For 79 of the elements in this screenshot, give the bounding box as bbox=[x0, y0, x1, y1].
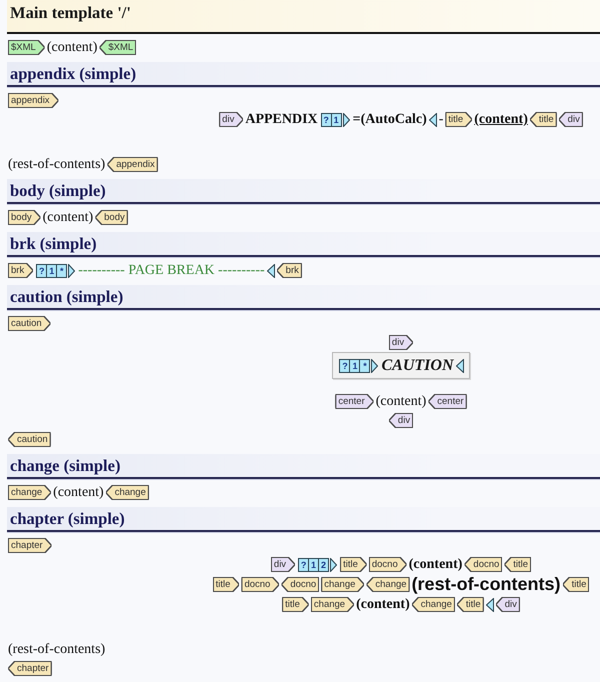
template-heading: appendix (simple) bbox=[7, 62, 600, 87]
end-tag[interactable]: center bbox=[429, 395, 466, 408]
content-text: (rest-of-contents) bbox=[8, 641, 106, 658]
triangle-left-icon bbox=[486, 598, 494, 612]
triangle-left-icon bbox=[266, 264, 275, 278]
bold-text: (content) bbox=[408, 556, 462, 573]
number-cell: * bbox=[359, 358, 370, 372]
start-tag[interactable]: change bbox=[322, 578, 364, 591]
content-text: - bbox=[438, 111, 444, 128]
start-tag[interactable]: chapter bbox=[9, 539, 51, 552]
number-cell: ? bbox=[298, 558, 310, 572]
start-tag[interactable]: change bbox=[312, 598, 354, 611]
triangle-left-icon bbox=[456, 358, 464, 372]
end-tag[interactable]: brk bbox=[278, 264, 301, 277]
bold-text: (content) bbox=[356, 596, 410, 613]
content-text: (rest-of-contents) bbox=[8, 156, 106, 173]
number-cell: 2 bbox=[318, 558, 330, 572]
number-cell: ? bbox=[320, 112, 332, 126]
end-tag[interactable]: div bbox=[496, 598, 519, 611]
triangle-right-icon bbox=[68, 264, 76, 278]
start-tag[interactable]: title bbox=[214, 578, 238, 591]
page-break-text: ---------- PAGE BREAK ---------- bbox=[78, 262, 265, 279]
caution-text: CAUTION bbox=[381, 356, 454, 375]
number-cell: ? bbox=[339, 358, 350, 372]
end-tag[interactable]: change bbox=[367, 578, 409, 591]
end-tag[interactable]: title bbox=[530, 113, 556, 126]
start-tag[interactable]: body bbox=[9, 211, 40, 224]
start-tag[interactable]: div bbox=[272, 558, 294, 571]
end-tag[interactable]: chapter bbox=[9, 662, 51, 675]
template-heading: Main template '/' bbox=[7, 0, 600, 34]
template-heading: change (simple) bbox=[7, 454, 600, 479]
triangle-right-icon bbox=[342, 112, 350, 126]
end-tag[interactable]: body bbox=[96, 211, 127, 224]
start-tag[interactable]: title bbox=[341, 558, 366, 571]
end-tag[interactable]: div bbox=[560, 113, 582, 126]
start-tag[interactable]: brk bbox=[9, 264, 32, 277]
content-text: (content) bbox=[53, 484, 104, 501]
content-text: (content) bbox=[46, 39, 98, 56]
number-cell: 1 bbox=[308, 558, 320, 572]
end-tag[interactable]: docno bbox=[282, 578, 318, 591]
number-cell: 1 bbox=[330, 112, 342, 126]
template-heading: chapter (simple) bbox=[7, 507, 600, 532]
content-text: (content) bbox=[376, 393, 426, 410]
start-tag[interactable]: $XML bbox=[9, 41, 44, 54]
end-tag[interactable]: change bbox=[412, 598, 454, 611]
triangle-right-icon bbox=[371, 358, 378, 372]
start-tag[interactable]: div bbox=[220, 113, 242, 126]
end-tag[interactable]: $XML bbox=[100, 41, 136, 54]
start-tag[interactable]: title bbox=[446, 113, 472, 126]
triangle-left-icon bbox=[428, 112, 437, 126]
start-tag[interactable]: docno bbox=[370, 558, 406, 571]
end-tag[interactable]: title bbox=[505, 558, 530, 571]
end-tag[interactable]: title bbox=[458, 598, 483, 611]
end-tag[interactable]: change bbox=[106, 486, 148, 499]
underlined-text: (content) bbox=[474, 111, 528, 128]
end-tag[interactable]: div bbox=[390, 414, 412, 427]
number-cell: ? bbox=[36, 264, 48, 278]
start-tag[interactable]: title bbox=[283, 598, 308, 611]
start-tag[interactable]: appendix bbox=[9, 94, 58, 107]
start-tag[interactable]: center bbox=[336, 395, 373, 408]
end-tag[interactable]: title bbox=[564, 578, 588, 591]
start-tag[interactable]: docno bbox=[242, 578, 278, 591]
template-heading: body (simple) bbox=[7, 179, 600, 204]
start-tag[interactable]: caution bbox=[9, 317, 50, 330]
bold-text: =(AutoCalc) bbox=[352, 111, 427, 128]
end-tag[interactable]: caution bbox=[9, 433, 50, 446]
end-tag[interactable]: docno bbox=[465, 558, 502, 571]
template-heading: caution (simple) bbox=[7, 285, 600, 310]
triangle-right-icon bbox=[330, 558, 338, 572]
number-cell: 1 bbox=[349, 358, 360, 372]
large-text: (rest-of-contents) bbox=[412, 574, 561, 595]
number-cell: 1 bbox=[46, 264, 58, 278]
content-text: (content) bbox=[42, 209, 94, 226]
number-cell: * bbox=[56, 264, 68, 278]
template-heading: brk (simple) bbox=[7, 232, 600, 257]
start-tag[interactable]: div bbox=[390, 336, 412, 349]
start-tag[interactable]: change bbox=[9, 486, 50, 499]
bold-text: APPENDIX bbox=[245, 111, 318, 128]
end-tag[interactable]: appendix bbox=[108, 158, 157, 171]
